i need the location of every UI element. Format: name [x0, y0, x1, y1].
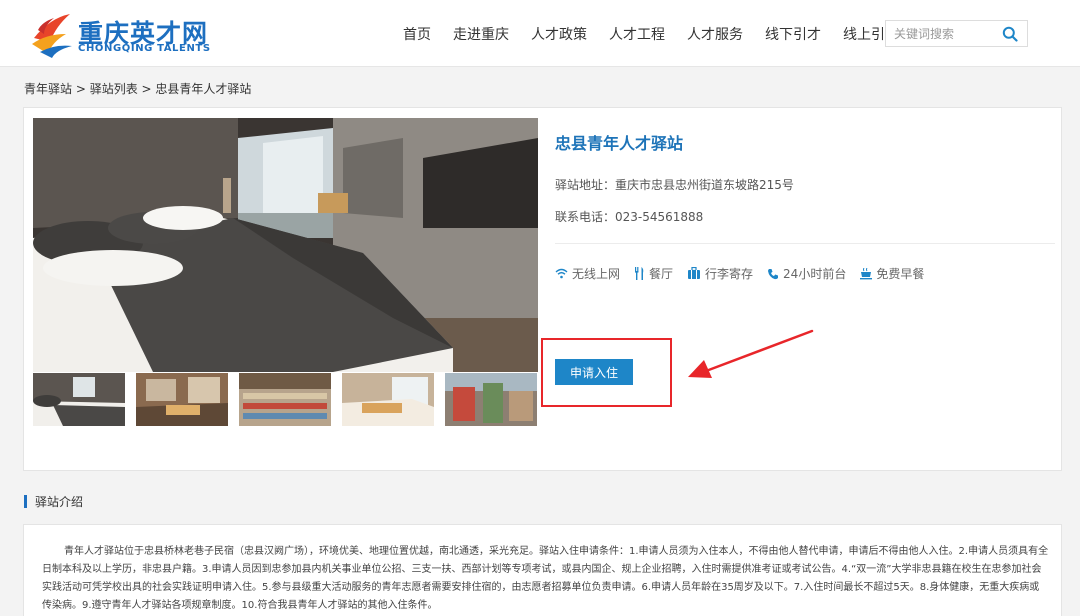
thumbnail-5[interactable]	[445, 373, 537, 426]
thumbnail-1[interactable]	[33, 373, 125, 426]
site-header: 重庆英才网 CHONGQING TALENTS 首页 走进重庆 人才政策 人才工…	[0, 0, 1080, 67]
station-phone: 联系电话：023-54561888	[555, 210, 704, 224]
coffee-cup-icon	[860, 267, 873, 279]
amenity-label: 无线上网	[572, 267, 621, 281]
amenity-restaurant: 餐厅	[634, 265, 673, 282]
station-main-photo	[33, 118, 538, 372]
site-logo[interactable]: 重庆英才网 CHONGQING TALENTS	[26, 8, 216, 60]
amenity-list: 无线上网 餐厅 行李寄存 24小时前台 免费早餐	[555, 265, 938, 282]
amenity-label: 餐厅	[649, 267, 674, 281]
breadcrumb-youth-station[interactable]: 青年驿站	[24, 82, 72, 96]
thumbnail-2[interactable]	[136, 373, 228, 426]
thumbnail-3[interactable]	[239, 373, 331, 426]
nav-talent-services[interactable]: 人才服务	[687, 24, 743, 44]
amenity-luggage: 行李寄存	[687, 265, 753, 282]
station-card: 忠县青年人才驿站 驿站地址：重庆市忠县忠州街道东坡路215号 联系电话：023-…	[23, 107, 1062, 471]
breadcrumb-current: 忠县青年人才驿站	[155, 82, 252, 96]
logo-subtext: CHONGQING TALENTS	[78, 43, 211, 54]
search-input[interactable]	[886, 21, 998, 46]
apply-checkin-button[interactable]: 申请入住	[555, 359, 633, 385]
logo-emblem-icon	[32, 14, 72, 58]
wifi-icon	[555, 268, 568, 279]
amenity-label: 24小时前台	[783, 267, 847, 281]
station-title: 忠县青年人才驿站	[555, 134, 684, 153]
search-box	[885, 20, 1028, 47]
intro-text: 青年人才驿站位于忠县桥林老巷子民宿（忠县汉阙广场），环境优美、地理位置优越，南北…	[42, 546, 1049, 611]
nav-offline-recruit[interactable]: 线下引才	[765, 24, 821, 44]
nav-home[interactable]: 首页	[403, 24, 431, 44]
intro-section-header: 驿站介绍	[24, 493, 83, 510]
breadcrumb: 青年驿站 > 驿站列表 > 忠县青年人才驿站	[24, 80, 251, 97]
search-icon[interactable]	[1002, 26, 1018, 42]
nav-talent-projects[interactable]: 人才工程	[609, 24, 665, 44]
nav-about-chongqing[interactable]: 走进重庆	[453, 24, 509, 44]
thumbnail-library-photo	[239, 373, 331, 426]
breadcrumb-station-list[interactable]: 驿站列表	[90, 82, 138, 96]
amenity-wifi: 无线上网	[555, 265, 620, 282]
thumbnail-bedroom-window-photo	[342, 373, 434, 426]
main-nav: 首页 走进重庆 人才政策 人才工程 人才服务 线下引才 线上引才	[392, 0, 910, 67]
intro-card: 青年人才驿站位于忠县桥林老巷子民宿（忠县汉阙广场），环境优美、地理位置优越，南北…	[23, 524, 1062, 616]
phone-icon	[768, 268, 779, 279]
fork-knife-icon	[635, 267, 644, 280]
thumbnail-bedroom-photo	[33, 373, 125, 426]
amenity-front-desk: 24小时前台	[767, 265, 846, 282]
info-divider	[555, 243, 1055, 244]
amenity-label: 行李寄存	[705, 267, 754, 281]
amenity-breakfast: 免费早餐	[860, 265, 924, 282]
amenity-label: 免费早餐	[876, 267, 925, 281]
intro-section-title: 驿站介绍	[35, 495, 84, 509]
thumbnail-4[interactable]	[342, 373, 434, 426]
section-accent-bar	[24, 495, 27, 508]
bedroom-photo	[33, 118, 538, 372]
nav-talent-policy[interactable]: 人才政策	[531, 24, 587, 44]
station-address: 驿站地址：重庆市忠县忠州街道东坡路215号	[555, 178, 794, 192]
breadcrumb-separator: >	[137, 82, 156, 96]
luggage-icon	[688, 267, 701, 279]
photo-thumbnails	[33, 373, 538, 426]
thumbnail-lounge-photo	[136, 373, 228, 426]
breadcrumb-separator: >	[72, 82, 90, 96]
thumbnail-exterior-photo	[445, 373, 537, 426]
